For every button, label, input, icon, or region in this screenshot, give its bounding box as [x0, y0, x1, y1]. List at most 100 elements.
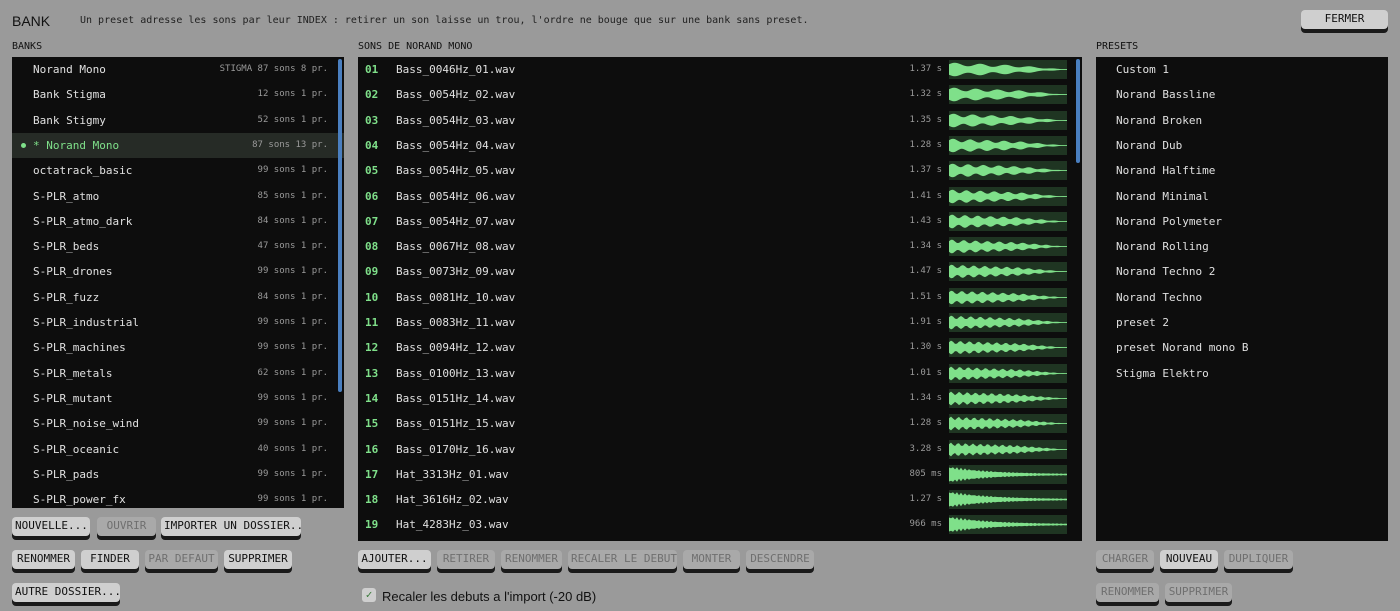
move-up-button[interactable]: MONTER [683, 550, 740, 569]
close-button[interactable]: FERMER [1301, 10, 1388, 29]
sound-row[interactable]: 13 Bass_0100Hz_13.wav 1.01 s [358, 361, 1082, 386]
sound-row[interactable]: 05 Bass_0054Hz_05.wav 1.37 s [358, 158, 1082, 183]
preset-row[interactable]: Norand Bassline [1096, 82, 1388, 107]
bank-row[interactable]: S-PLR_drones 99 sons 1 pr. [12, 259, 344, 284]
other-folder-button[interactable]: AUTRE DOSSIER... [12, 583, 121, 602]
bank-row[interactable]: S-PLR_metals 62 sons 1 pr. [12, 361, 344, 386]
rename-preset-button[interactable]: RENOMMER [1096, 583, 1159, 602]
trim-start-button[interactable]: RECALER LE DEBUT [568, 550, 677, 569]
banks-list[interactable]: Norand Mono STIGMA 87 sons 8 pr. Bank Stig… [12, 57, 344, 508]
rename-sound-button[interactable]: RENOMMER [501, 550, 562, 569]
sound-row[interactable]: 18 Hat_3616Hz_02.wav 1.27 s [358, 487, 1082, 512]
move-down-button[interactable]: DESCENDRE [746, 550, 814, 569]
preset-row[interactable]: Norand Techno 2 [1096, 259, 1388, 284]
bank-row[interactable]: S-PLR_industrial 99 sons 1 pr. [12, 310, 344, 335]
sound-row[interactable]: 17 Hat_3313Hz_01.wav 805 ms [358, 462, 1082, 487]
bank-row[interactable]: S-PLR_machines 99 sons 1 pr. [12, 335, 344, 360]
waveform-icon [949, 60, 1067, 79]
sound-row[interactable]: 15 Bass_0151Hz_15.wav 1.28 s [358, 411, 1082, 436]
bank-row[interactable]: S-PLR_noise_wind 99 sons 1 pr. [12, 411, 344, 436]
trim-on-import-checkbox[interactable]: ✓ [362, 588, 376, 602]
sound-row[interactable]: 01 Bass_0046Hz_01.wav 1.37 s [358, 57, 1082, 82]
sound-duration: 1.34 s [909, 241, 942, 252]
sound-name: Bass_0094Hz_12.wav [396, 341, 516, 355]
banks-scrollbar[interactable] [338, 59, 342, 392]
bank-meta: 85 sons 1 pr. [257, 190, 328, 201]
bank-row[interactable]: S-PLR_fuzz 84 sons 1 pr. [12, 285, 344, 310]
preset-row[interactable]: Custom 1 [1096, 57, 1388, 82]
bank-row[interactable]: S-PLR_beds 47 sons 1 pr. [12, 234, 344, 259]
preset-row[interactable]: Norand Polymeter [1096, 209, 1388, 234]
bank-row[interactable]: Bank Stigmy 52 sons 1 pr. [12, 108, 344, 133]
preset-row[interactable]: Norand Minimal [1096, 184, 1388, 209]
preset-row[interactable]: preset Norand mono B [1096, 335, 1388, 360]
sound-row[interactable]: 08 Bass_0067Hz_08.wav 1.34 s [358, 234, 1082, 259]
bank-name: S-PLR_beds [33, 240, 100, 254]
delete-preset-button[interactable]: SUPPRIMER [1165, 583, 1232, 602]
finder-button[interactable]: FINDER [81, 550, 139, 569]
sound-row[interactable]: 06 Bass_0054Hz_06.wav 1.41 s [358, 184, 1082, 209]
bank-row[interactable]: * Norand Mono 87 sons 13 pr. [12, 132, 344, 158]
preset-row[interactable]: preset 2 [1096, 310, 1388, 335]
waveform-icon [949, 414, 1067, 434]
sound-row[interactable]: 10 Bass_0081Hz_10.wav 1.51 s [358, 285, 1082, 310]
default-bank-button[interactable]: PAR DEFAUT [145, 550, 218, 569]
sound-row[interactable]: 03 Bass_0054Hz_03.wav 1.35 s [358, 108, 1082, 133]
preset-name: Norand Polymeter [1116, 214, 1222, 228]
bank-meta: 47 sons 1 pr. [257, 241, 328, 252]
waveform-icon [949, 262, 1067, 282]
sounds-scrollbar[interactable] [1076, 59, 1080, 163]
sound-row[interactable]: 19 Hat_4283Hz_03.wav 966 ms [358, 512, 1082, 537]
bank-name: S-PLR_noise_wind [33, 417, 139, 431]
bank-row[interactable]: S-PLR_pads 99 sons 1 pr. [12, 462, 344, 487]
open-bank-button[interactable]: OUVRIR [97, 517, 156, 536]
add-sound-button[interactable]: AJOUTER... [358, 550, 431, 569]
bank-name: S-PLR_oceanic [33, 442, 120, 456]
preset-row[interactable]: Norand Dub [1096, 133, 1388, 158]
preset-row[interactable]: Norand Rolling [1096, 234, 1388, 259]
preset-name: Norand Rolling [1116, 240, 1209, 254]
import-folder-button[interactable]: IMPORTER UN DOSSIER.. [161, 517, 303, 536]
sound-row[interactable]: 09 Bass_0073Hz_09.wav 1.47 s [358, 259, 1082, 284]
load-preset-button[interactable]: CHARGER [1096, 550, 1154, 569]
sound-row[interactable]: 04 Bass_0054Hz_04.wav 1.28 s [358, 133, 1082, 158]
preset-row[interactable]: Norand Broken [1096, 108, 1388, 133]
bank-row[interactable]: S-PLR_oceanic 40 sons 1 pr. [12, 437, 344, 462]
check-icon: ✓ [365, 588, 373, 601]
bank-row[interactable]: Bank Stigma 12 sons 1 pr. [12, 82, 344, 107]
sound-row[interactable]: 02 Bass_0054Hz_02.wav 1.32 s [358, 82, 1082, 107]
rename-bank-button[interactable]: RENOMMER [12, 550, 75, 569]
sound-row[interactable]: 11 Bass_0083Hz_11.wav 1.91 s [358, 310, 1082, 335]
bank-row[interactable]: S-PLR_atmo 85 sons 1 pr. [12, 184, 344, 209]
sound-duration: 1.28 s [909, 139, 942, 150]
bank-row[interactable]: octatrack_basic 99 sons 1 pr. [12, 158, 344, 183]
preset-row[interactable]: Norand Techno [1096, 285, 1388, 310]
sound-row[interactable]: 16 Bass_0170Hz_16.wav 3.28 s [358, 437, 1082, 462]
bank-row[interactable]: S-PLR_atmo_dark 84 sons 1 pr. [12, 209, 344, 234]
sound-name: Bass_0081Hz_10.wav [396, 290, 516, 304]
sound-row[interactable]: 12 Bass_0094Hz_12.wav 1.30 s [358, 335, 1082, 360]
bank-row[interactable]: S-PLR_mutant 99 sons 1 pr. [12, 386, 344, 411]
waveform-icon [949, 313, 1067, 332]
sound-duration: 1.37 s [909, 165, 942, 176]
sound-index: 13 [365, 366, 379, 380]
presets-list[interactable]: Custom 1 Norand Bassline Norand Broken Nora… [1096, 57, 1388, 541]
sound-duration: 1.43 s [909, 215, 942, 226]
sounds-list[interactable]: 01 Bass_0046Hz_01.wav 1.37 s 02 Bass_0054Hz_… [358, 57, 1082, 541]
bank-row[interactable]: Norand Mono STIGMA 87 sons 8 pr. [12, 57, 344, 82]
preset-name: Norand Broken [1116, 113, 1203, 127]
delete-bank-button[interactable]: SUPPRIMER [224, 550, 292, 569]
sound-row[interactable]: 07 Bass_0054Hz_07.wav 1.43 s [358, 209, 1082, 234]
remove-sound-button[interactable]: RETIRER [437, 550, 495, 569]
sound-name: Bass_0083Hz_11.wav [396, 316, 516, 329]
duplicate-preset-button[interactable]: DUPLIQUER [1224, 550, 1293, 569]
waveform-icon [949, 363, 1067, 383]
sound-row[interactable]: 14 Bass_0151Hz_14.wav 1.34 s [358, 386, 1082, 411]
new-bank-button[interactable]: NOUVELLE... [12, 517, 90, 536]
new-preset-button[interactable]: NOUVEAU [1160, 550, 1218, 569]
bank-meta: 99 sons 1 pr. [257, 494, 328, 505]
bank-row[interactable]: S-PLR_power_fx 99 sons 1 pr. [12, 487, 344, 508]
preset-row[interactable]: Stigma Elektro [1096, 361, 1388, 386]
waveform-icon [949, 490, 1067, 510]
preset-row[interactable]: Norand Halftime [1096, 158, 1388, 183]
